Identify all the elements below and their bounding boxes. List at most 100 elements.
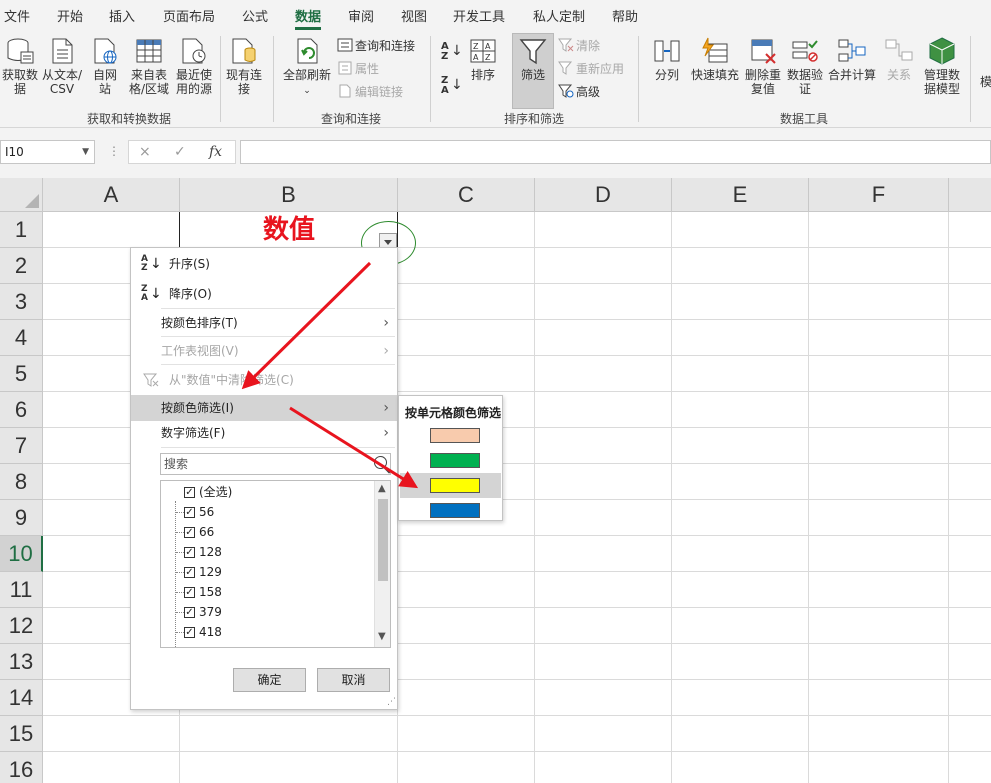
list-item[interactable]: ✓ (全选) — [161, 482, 375, 502]
tab-insert[interactable]: 插入 — [109, 6, 135, 25]
color-option[interactable] — [400, 423, 501, 448]
cancel-icon[interactable]: × — [139, 144, 151, 160]
checkbox[interactable]: ✓ — [184, 487, 195, 498]
row-header-9[interactable]: 9 — [0, 500, 43, 536]
consolidate-button[interactable]: 合并计算 — [826, 36, 878, 82]
column-header-a[interactable]: A — [43, 178, 180, 212]
formula-input[interactable] — [240, 140, 991, 164]
checkbox[interactable]: ✓ — [184, 567, 195, 578]
column-header-d[interactable]: D — [535, 178, 672, 212]
from-web-button[interactable]: 自网站 — [88, 36, 122, 96]
tab-home[interactable]: 开始 — [57, 6, 83, 25]
row-header-14[interactable]: 14 — [0, 680, 43, 716]
scroll-down-icon[interactable]: ▼ — [378, 631, 386, 642]
edit-links-button[interactable]: 编辑链接 — [337, 82, 403, 102]
list-item[interactable]: ✓ 418 — [161, 622, 375, 642]
from-text-button[interactable]: 从文本/CSV — [40, 36, 84, 96]
menu-item-sort-by-color[interactable]: 按颜色排序(T) › — [131, 310, 397, 336]
row-header-2[interactable]: 2 — [0, 248, 43, 284]
chevron-down-icon[interactable]: ▼ — [82, 141, 89, 163]
list-item[interactable]: ✓ 379 — [161, 602, 375, 622]
menu-item-sort-desc[interactable]: Z A ↓ 降序(O) — [131, 281, 397, 307]
tab-page-layout[interactable]: 页面布局 — [163, 6, 215, 25]
checkbox[interactable]: ✓ — [184, 527, 195, 538]
row-header-13[interactable]: 13 — [0, 644, 43, 680]
recent-sources-button[interactable]: 最近使用的源 — [174, 36, 214, 96]
search-input[interactable]: 搜索 — [160, 453, 391, 475]
text-to-columns-button[interactable]: 分列 — [650, 36, 684, 82]
tab-view[interactable]: 视图 — [401, 6, 427, 25]
more-button[interactable]: 模 — [980, 72, 991, 92]
queries-connections-button[interactable]: 查询和连接 — [337, 36, 415, 56]
color-option[interactable] — [400, 498, 501, 523]
column-header-b[interactable]: B — [180, 178, 398, 212]
reapply-button[interactable]: 重新应用 — [558, 59, 624, 79]
name-box[interactable]: I10 ▼ — [0, 140, 95, 164]
tab-developer[interactable]: 开发工具 — [453, 6, 505, 25]
color-option[interactable] — [400, 473, 501, 498]
cancel-button[interactable]: 取消 — [317, 668, 390, 692]
list-item[interactable]: ✓ 158 — [161, 582, 375, 602]
column-header-f[interactable]: F — [809, 178, 949, 212]
ok-button[interactable]: 确定 — [233, 668, 306, 692]
get-data-button[interactable]: 获取数据 — [0, 36, 40, 96]
row-header-3[interactable]: 3 — [0, 284, 43, 320]
clear-filter-button[interactable]: 清除 — [558, 36, 600, 56]
tab-file[interactable]: 文件 — [4, 6, 30, 25]
menu-item-sort-asc[interactable]: A Z ↓ 升序(S) — [131, 251, 397, 277]
sort-button[interactable]: ZAAZ 排序 — [467, 36, 499, 82]
sort-za-button[interactable]: Z A ↓ — [441, 76, 463, 102]
filter-button[interactable]: 筛选 — [514, 36, 552, 82]
advanced-filter-button[interactable]: 高级 — [558, 82, 600, 102]
properties-button[interactable]: 属性 — [337, 59, 379, 79]
tab-formulas[interactable]: 公式 — [242, 6, 268, 25]
menu-item-clear-filter[interactable]: 从"数值"中清除筛选(C) — [131, 367, 397, 393]
data-validation-button[interactable]: 数据验证 — [786, 36, 824, 96]
value-list[interactable]: ✓ (全选) ✓ 56 ✓ 66 ✓ 128 ✓ 129 ✓ 158 ✓ 379 ✓ 418 ▲ ▼ — [160, 480, 391, 648]
resize-grip-icon[interactable]: ⋰ — [387, 697, 396, 707]
relationships-button[interactable]: 关系 — [884, 36, 914, 82]
row-header-15[interactable]: 15 — [0, 716, 43, 752]
row-header-6[interactable]: 6 — [0, 392, 43, 428]
scroll-thumb[interactable] — [378, 499, 388, 581]
scroll-up-icon[interactable]: ▲ — [378, 483, 386, 494]
checkbox[interactable]: ✓ — [184, 587, 195, 598]
sort-az-button[interactable]: A Z ↓ — [441, 42, 463, 68]
list-scrollbar[interactable]: ▲ ▼ — [374, 481, 390, 647]
checkbox[interactable]: ✓ — [184, 627, 195, 638]
row-header-16[interactable]: 16 — [0, 752, 43, 783]
row-header-1[interactable]: 1 — [0, 212, 43, 248]
tab-help[interactable]: 帮助 — [612, 6, 638, 25]
column-header-c[interactable]: C — [398, 178, 535, 212]
column-header-e[interactable]: E — [672, 178, 809, 212]
checkbox[interactable]: ✓ — [184, 507, 195, 518]
color-option[interactable] — [400, 448, 501, 473]
row-header-11[interactable]: 11 — [0, 572, 43, 608]
menu-item-number-filter[interactable]: 数字筛选(F) › — [131, 420, 397, 446]
row-header-10[interactable]: 10 — [0, 536, 43, 572]
checkbox[interactable]: ✓ — [184, 547, 195, 558]
from-table-button[interactable]: 来自表格/区域 — [126, 36, 172, 96]
list-item[interactable]: ✓ 66 — [161, 522, 375, 542]
checkbox[interactable]: ✓ — [184, 607, 195, 618]
refresh-all-button[interactable]: 全部刷新 ⌄ — [280, 36, 334, 98]
manage-data-model-button[interactable]: 管理数据模型 — [922, 36, 962, 96]
row-header-12[interactable]: 12 — [0, 608, 43, 644]
row-header-8[interactable]: 8 — [0, 464, 43, 500]
tab-custom[interactable]: 私人定制 — [533, 6, 585, 25]
tab-data[interactable]: 数据 — [295, 6, 322, 30]
tab-review[interactable]: 审阅 — [348, 6, 374, 25]
fx-icon[interactable]: fx — [209, 144, 222, 160]
row-header-7[interactable]: 7 — [0, 428, 43, 464]
list-item[interactable]: ✓ 128 — [161, 542, 375, 562]
list-item[interactable]: ✓ 56 — [161, 502, 375, 522]
column-header-g[interactable] — [949, 178, 991, 212]
flash-fill-button[interactable]: 快速填充 — [690, 36, 740, 82]
row-header-4[interactable]: 4 — [0, 320, 43, 356]
select-all-corner[interactable] — [0, 178, 43, 212]
menu-item-sheet-view[interactable]: 工作表视图(V) › — [131, 338, 397, 364]
enter-icon[interactable]: ✓ — [174, 144, 186, 160]
menu-item-filter-by-color[interactable]: 按颜色筛选(I) › — [131, 395, 397, 421]
row-header-5[interactable]: 5 — [0, 356, 43, 392]
existing-connections-button[interactable]: 现有连接 — [226, 36, 262, 96]
